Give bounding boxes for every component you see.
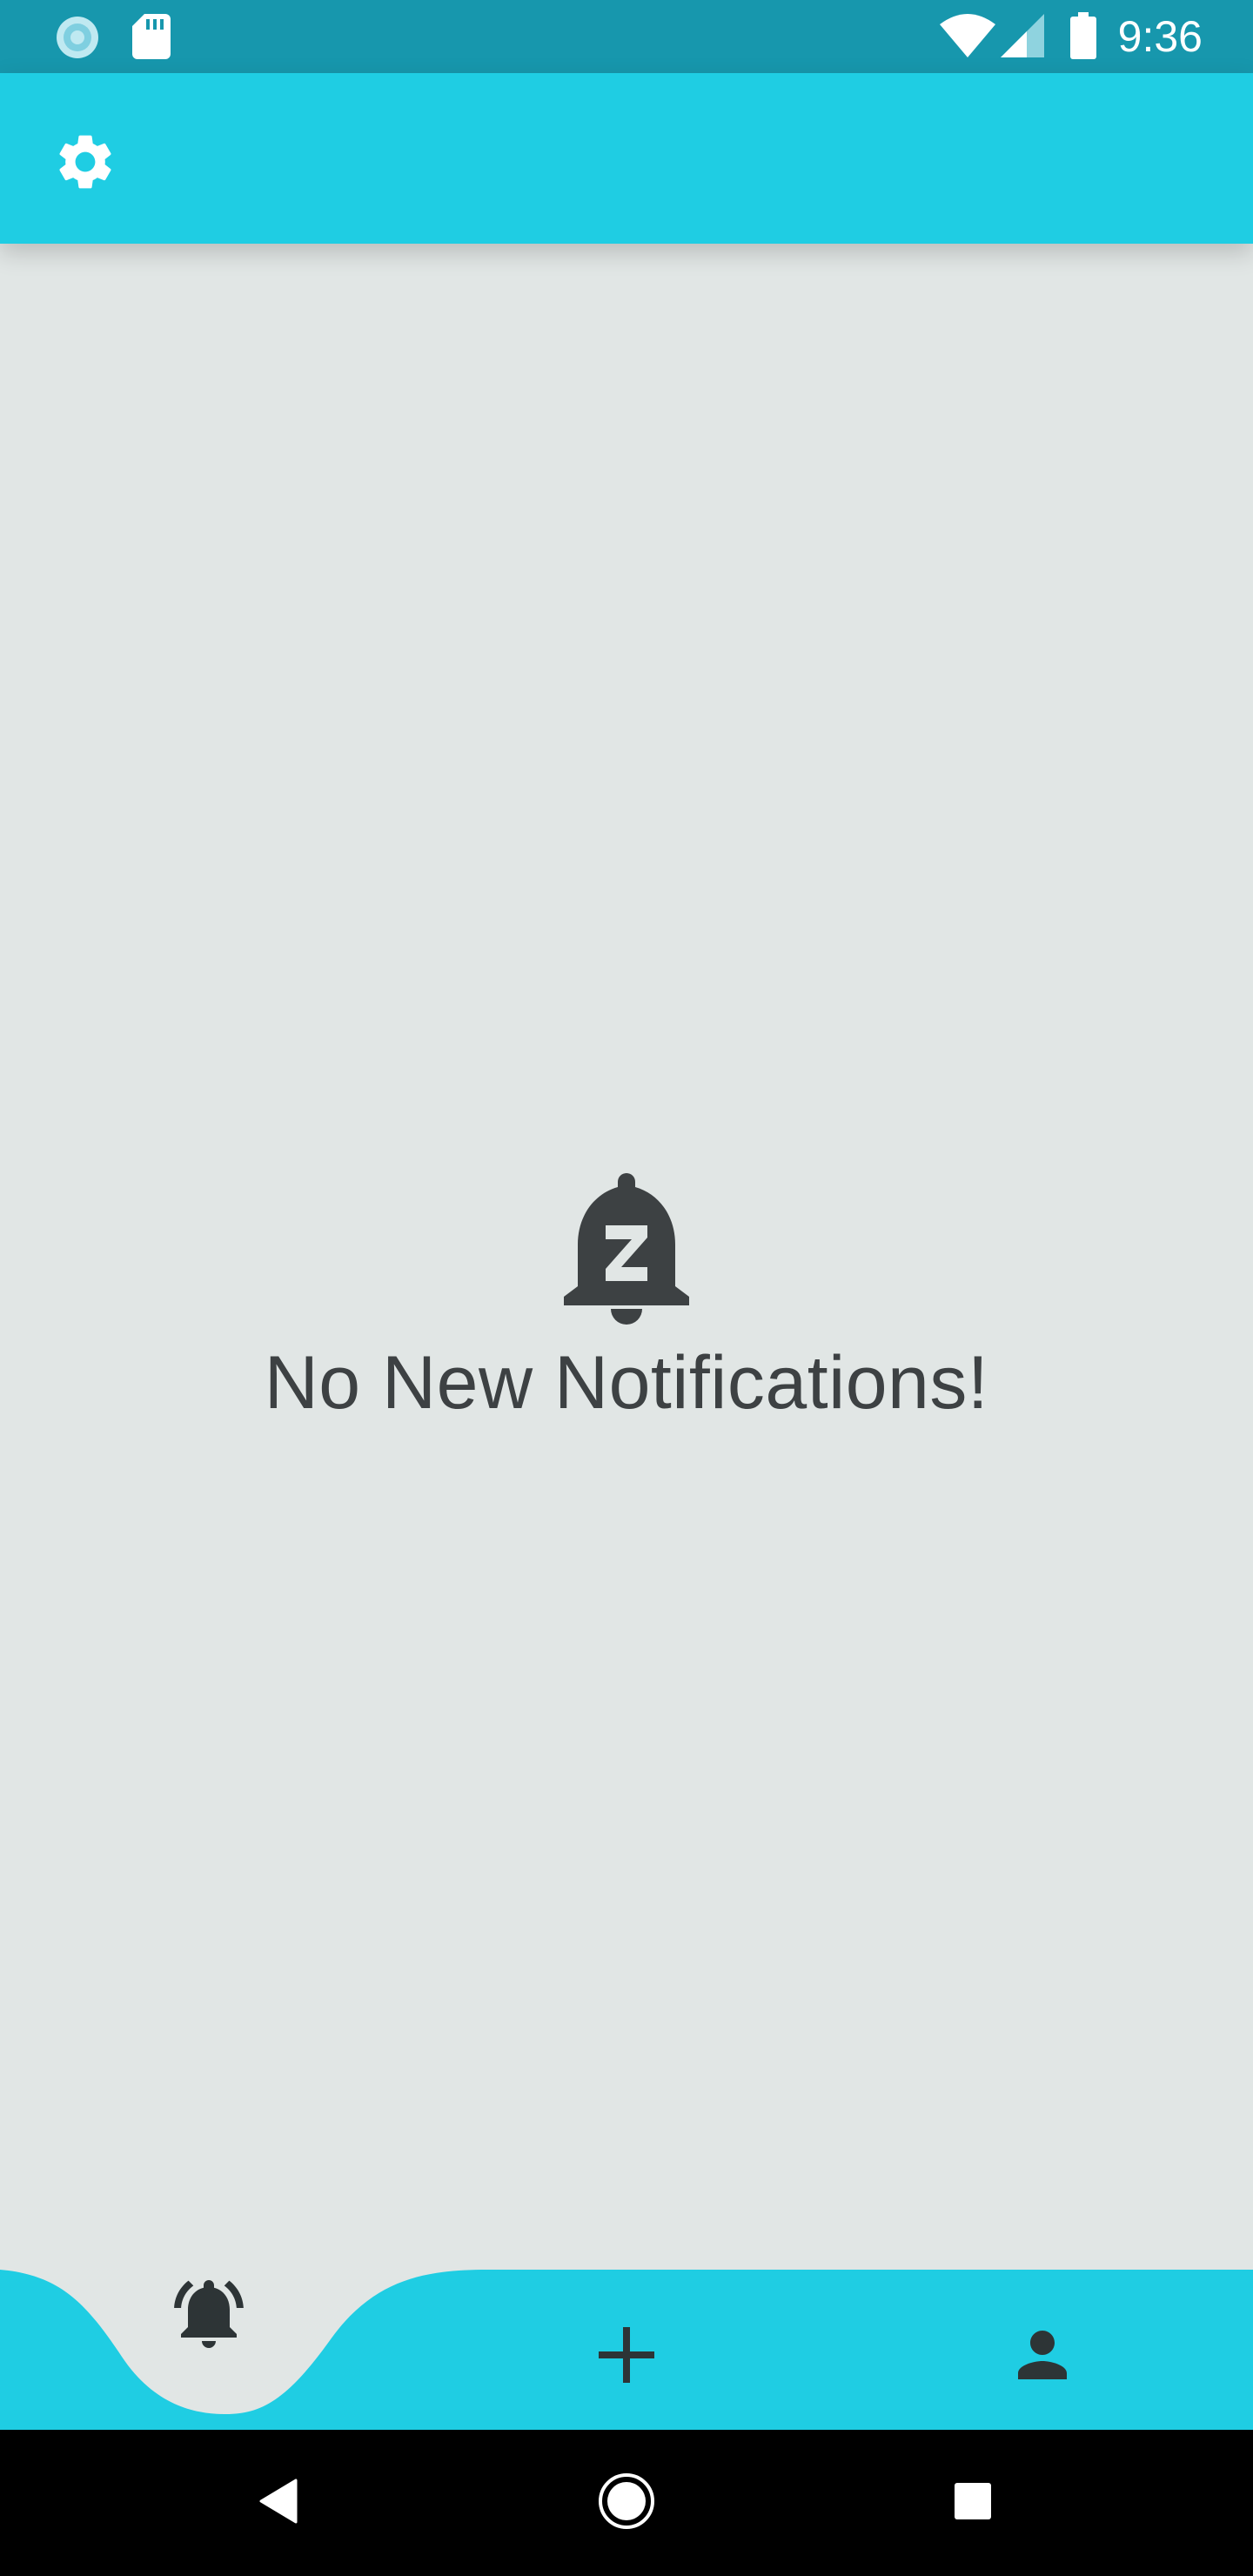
home-icon	[598, 2472, 655, 2534]
system-home-button[interactable]	[592, 2468, 661, 2538]
gear-icon	[52, 129, 118, 199]
nav-profile-tab[interactable]	[1001, 2315, 1084, 2398]
notifications-bell-icon	[167, 2271, 251, 2359]
empty-state-message: No New Notifications!	[264, 1341, 989, 1425]
bell-snooze-icon	[557, 1166, 696, 1332]
sd-card-icon	[132, 14, 171, 64]
empty-state: No New Notifications!	[0, 1166, 1253, 1426]
status-time: 9:36	[1117, 12, 1203, 61]
wifi-icon	[940, 14, 995, 62]
system-navigation-bar	[0, 2430, 1253, 2576]
person-icon	[1006, 2318, 1079, 2396]
loading-icon	[54, 14, 101, 65]
plus-icon	[595, 2324, 658, 2391]
cell-signal-icon	[1001, 14, 1044, 62]
back-icon	[258, 2479, 299, 2528]
status-bar: 9:36	[0, 0, 1253, 73]
settings-button[interactable]	[44, 122, 127, 205]
system-recents-button[interactable]	[938, 2468, 1008, 2538]
nav-notifications-tab[interactable]	[164, 2270, 254, 2360]
bottom-navigation	[0, 2270, 1253, 2430]
battery-icon	[1070, 12, 1096, 64]
nav-add-tab[interactable]	[585, 2315, 668, 2398]
screen: 9:36 No New Notifications!	[0, 0, 1253, 2576]
system-back-button[interactable]	[244, 2468, 313, 2538]
recents-icon	[954, 2482, 992, 2525]
app-bar	[0, 73, 1253, 244]
